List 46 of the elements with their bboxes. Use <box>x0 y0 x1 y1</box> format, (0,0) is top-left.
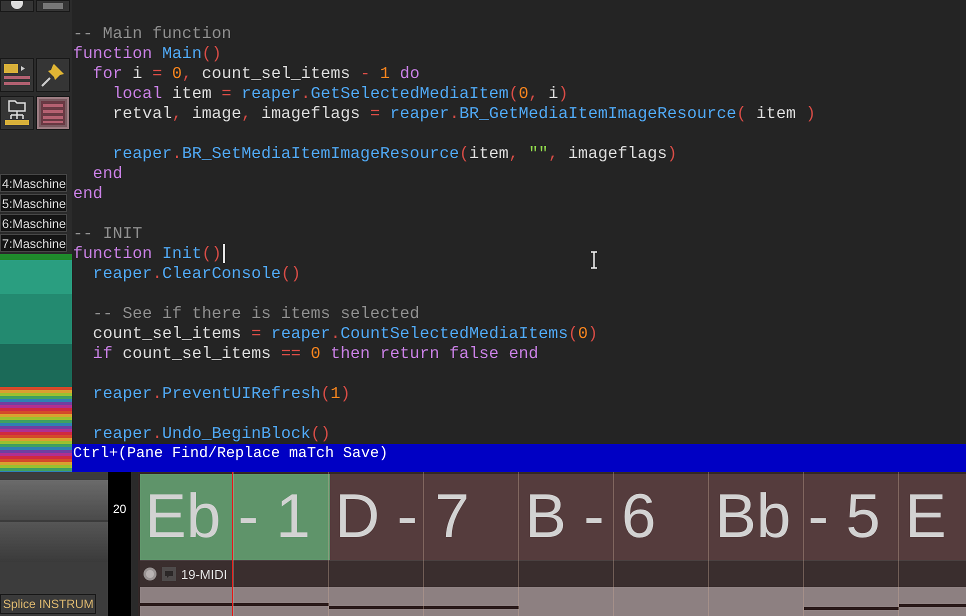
code-line: -- Main function <box>72 24 232 44</box>
region[interactable]: Bb - 5 <box>710 474 900 560</box>
code-line: local item = reaper.GetSelectedMediaItem(0, i) <box>112 84 568 104</box>
code-line: end <box>92 164 123 184</box>
track-name[interactable]: 7:Maschine <box>0 234 67 252</box>
code-area[interactable] <box>72 0 966 444</box>
code-line: if count_sel_items == 0 then return false end <box>92 344 538 364</box>
region[interactable]: E <box>900 474 966 560</box>
code-line: reaper.Undo_BeginBlock() <box>92 424 330 444</box>
region-label: B - 6 <box>525 484 656 550</box>
text-cursor-icon <box>590 251 598 269</box>
code-line: function Init() <box>72 244 225 264</box>
track-name[interactable]: 5:Maschine <box>0 194 67 212</box>
code-line: reaper.BR_SetMediaItemImageResource(item, "", imageflags) <box>112 144 678 164</box>
region-label: E <box>905 484 946 550</box>
status-bar: Ctrl+(Pane Find/Replace maTch Save) <box>72 444 966 472</box>
track-name: 19-MIDI <box>181 566 228 582</box>
code-line: retval, image, imageflags = reaper.BR_GetMediaItemImageResource( item ) <box>112 104 816 124</box>
code-line: count_sel_items = reaper.CountSelectedMediaItems(0) <box>92 324 598 344</box>
tray-icon <box>43 3 63 11</box>
track-name[interactable]: 4:Maschine <box>0 174 67 192</box>
region[interactable]: B - 6 <box>520 474 710 560</box>
lines-icon <box>39 99 67 127</box>
code-line: -- INIT <box>72 224 142 244</box>
region-label: Eb - 1 <box>145 484 310 550</box>
knob-icon <box>143 567 157 581</box>
code-line: end <box>72 184 103 204</box>
region[interactable]: D - 7 <box>330 474 520 560</box>
code-line: -- See if there is items selected <box>92 304 420 324</box>
folder-tree-icon <box>3 99 31 127</box>
code-line: for i = 0, count_sel_items - 1 do <box>92 64 420 84</box>
code-line: reaper.ClearConsole() <box>92 264 301 284</box>
list-icon <box>3 62 31 88</box>
region-label: D - 7 <box>335 484 470 550</box>
measure-number: 20 <box>112 502 126 516</box>
toolbar-button[interactable] <box>0 96 34 130</box>
toolbar-button[interactable] <box>0 58 34 92</box>
instrument-button[interactable]: Splice INSTRUM <box>0 594 96 614</box>
code-line: function Main() <box>72 44 222 64</box>
toolbar-button[interactable] <box>36 58 70 92</box>
toolbar-button[interactable] <box>0 0 34 12</box>
pushpin-icon <box>39 61 67 89</box>
code-line: reaper.PreventUIRefresh(1) <box>92 384 350 404</box>
speech-bubble-icon <box>162 567 176 581</box>
track-name[interactable]: 6:Maschine <box>0 214 67 232</box>
region-label: Bb - 5 <box>715 484 880 550</box>
